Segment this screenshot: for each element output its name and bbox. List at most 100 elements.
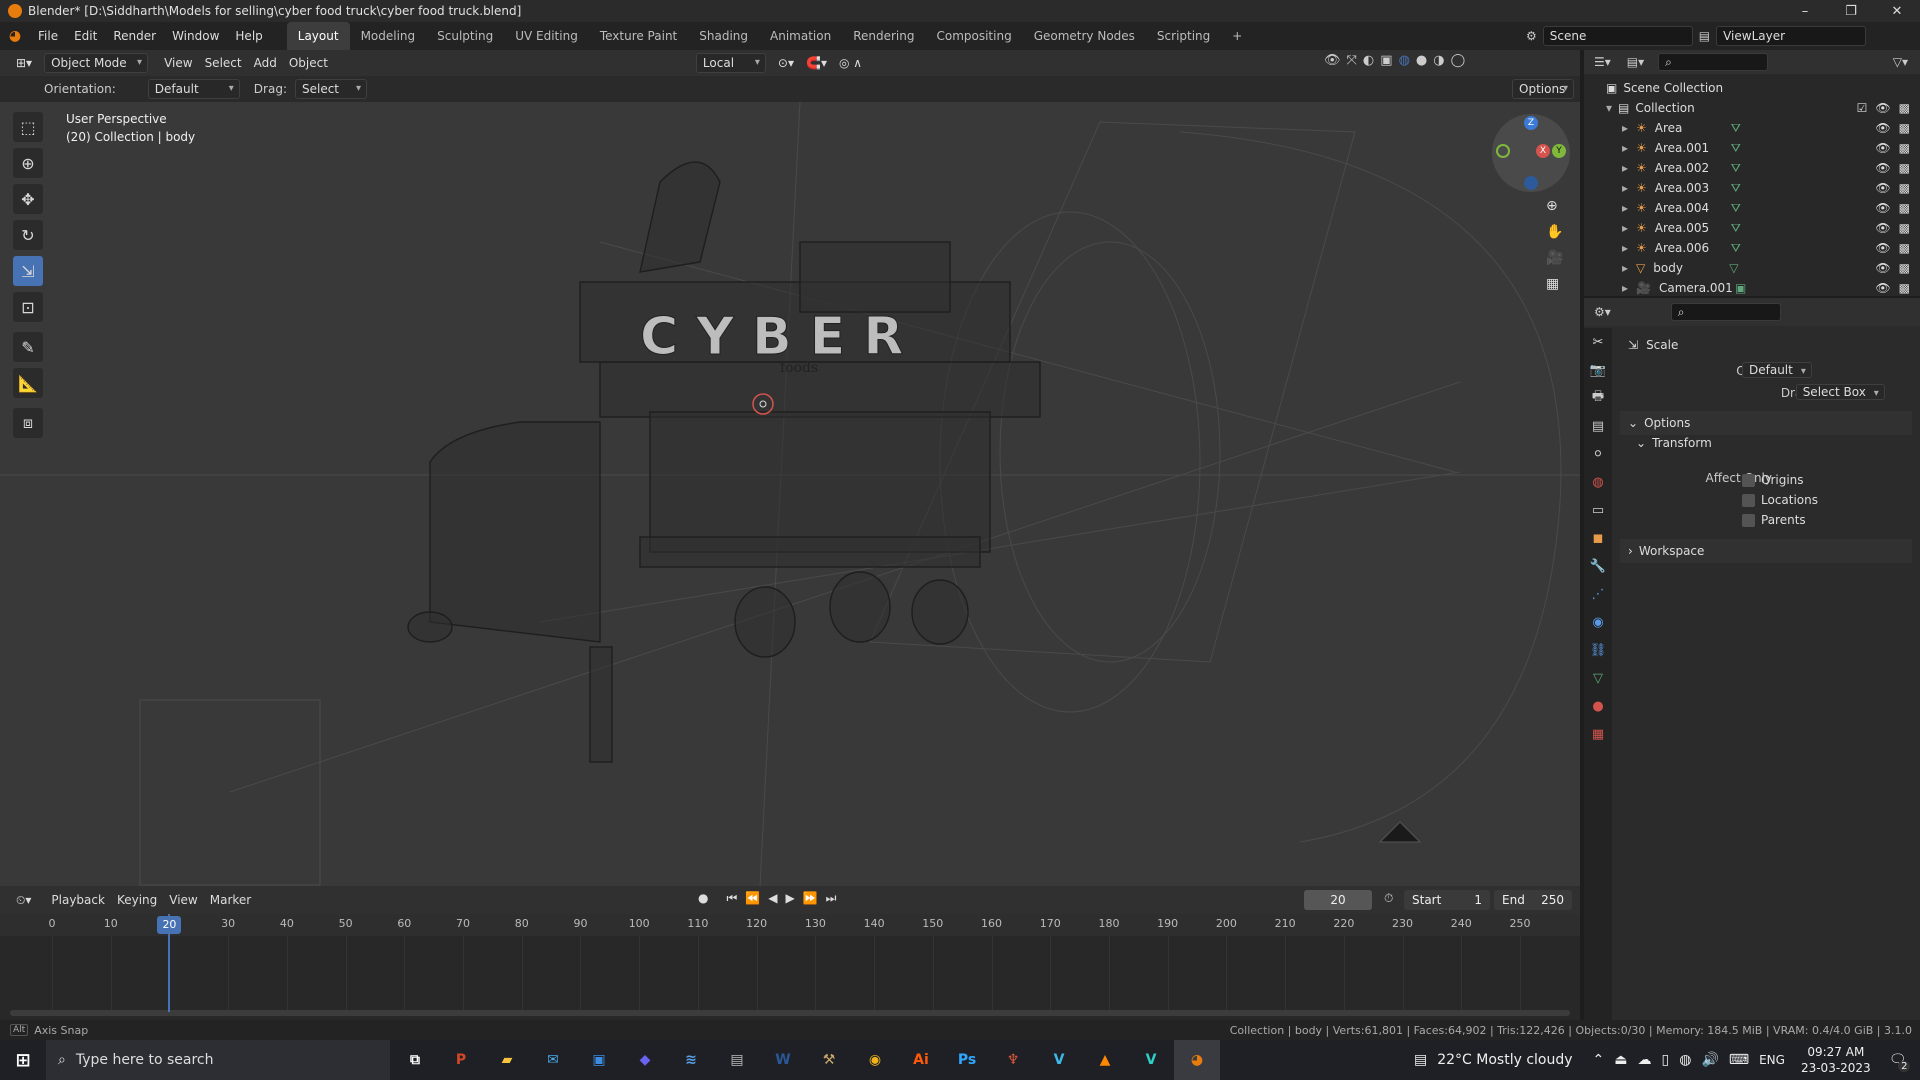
expand-arrow-icon[interactable]: ▸ <box>1622 141 1628 155</box>
render-camera-icon[interactable]: ▩ <box>1899 181 1910 195</box>
play-reverse-icon[interactable]: ◀ <box>768 891 777 906</box>
outliner-item[interactable]: ▸ 🎥 Camera.001 ▣ 👁 ▩ <box>1584 278 1920 298</box>
gizmo-y-axis[interactable]: Y <box>1552 144 1566 158</box>
expand-arrow-icon[interactable]: ▸ <box>1622 241 1628 255</box>
clock[interactable]: 09:27 AM 23-03-2023 <box>1801 1044 1871 1076</box>
playhead-frame-badge[interactable]: 20 <box>157 916 182 934</box>
viewport-menu-object[interactable]: Object <box>283 53 334 73</box>
pan-hand-icon[interactable]: ✋ <box>1546 224 1563 240</box>
eye-icon[interactable]: 👁 <box>1875 261 1890 275</box>
illustrator-icon[interactable]: Ai <box>898 1040 944 1080</box>
wireframe-shading-icon[interactable]: ◍ <box>1399 53 1410 68</box>
move-tool-icon[interactable]: ✥ <box>13 184 43 214</box>
notification-center-icon[interactable]: 🗨 2 <box>1889 1052 1911 1072</box>
filter-icon[interactable]: ▽▾ <box>1893 55 1908 69</box>
weather-icon[interactable]: ▤ <box>1414 1052 1427 1068</box>
outliner-collection[interactable]: ▾ ▤ Collection ☑ 👁 ▩ <box>1584 98 1920 118</box>
tab-layout[interactable]: Layout <box>286 22 350 50</box>
gizmo-neg-y-axis[interactable] <box>1496 144 1510 158</box>
tab-uv-editing[interactable]: UV Editing <box>504 22 589 50</box>
material-tab-icon[interactable]: ● <box>1584 692 1612 720</box>
expand-arrow-icon[interactable]: ▸ <box>1622 181 1628 195</box>
solid-shading-icon[interactable]: ● <box>1416 53 1427 68</box>
material-shading-icon[interactable]: ◑ <box>1433 53 1444 68</box>
display-mode-icon[interactable]: ▤▾ <box>1627 55 1644 69</box>
physics-tab-icon[interactable]: ◉ <box>1584 608 1612 636</box>
eye-icon[interactable]: 👁 <box>1875 241 1890 255</box>
texture-tab-icon[interactable]: ▦ <box>1584 720 1612 748</box>
timeline-area[interactable]: 0 10 20 30 40 50 60 70 80 90 100 110 120 130 140 150 160… <box>0 914 1580 1020</box>
eye-icon[interactable]: 👁 <box>1875 161 1890 175</box>
tab-scripting[interactable]: Scripting <box>1146 22 1221 50</box>
transform-orientation-selector[interactable]: Local <box>695 53 766 73</box>
timeline-editor-icon[interactable]: ⏲▾ <box>10 890 37 910</box>
orientation-dropdown[interactable]: Default <box>147 79 240 99</box>
chrome-icon[interactable]: ◉ <box>852 1040 898 1080</box>
app-tools-icon[interactable]: ⚒ <box>806 1040 852 1080</box>
view-layer-tab-icon[interactable]: ▤ <box>1584 412 1612 440</box>
render-camera-icon[interactable]: ▩ <box>1899 281 1910 295</box>
weather-text[interactable]: 22°C Mostly cloudy <box>1437 1052 1572 1068</box>
restore-button[interactable]: ❐ <box>1828 0 1874 22</box>
add-workspace-button[interactable]: + <box>1221 22 1253 50</box>
tray-onedrive-icon[interactable]: ☁ <box>1638 1052 1652 1068</box>
render-camera-icon[interactable]: ▩ <box>1899 241 1910 255</box>
tab-geometry-nodes[interactable]: Geometry Nodes <box>1023 22 1146 50</box>
expand-arrow-icon[interactable]: ▸ <box>1622 121 1628 135</box>
current-frame-field[interactable]: 20 <box>1304 890 1372 910</box>
tray-volume-icon[interactable]: 🔊 <box>1701 1052 1718 1068</box>
outliner-item[interactable]: ▸ ▽ body ▽ 👁 ▩ <box>1584 258 1920 278</box>
render-camera-icon[interactable]: ▩ <box>1899 201 1910 215</box>
outliner-item[interactable]: ▸ ☀ Area.002 ⛛ 👁 ▩ <box>1584 158 1920 178</box>
gizmo-x-axis[interactable]: X <box>1536 144 1550 158</box>
render-camera-icon[interactable]: ▩ <box>1899 161 1910 175</box>
jump-end-icon[interactable]: ⏭ <box>826 891 837 906</box>
light-data-icon[interactable]: ⛛ <box>1731 201 1741 216</box>
app-note-icon[interactable]: ≋ <box>668 1040 714 1080</box>
mode-selector[interactable]: Object Mode <box>44 53 149 73</box>
play-icon[interactable]: ▶ <box>785 891 794 906</box>
blender-menu-icon[interactable]: ◕ <box>0 28 30 44</box>
light-data-icon[interactable]: ⛛ <box>1731 241 1741 256</box>
outliner-item[interactable]: ▸ ☀ Area ⛛ 👁 ▩ <box>1584 118 1920 138</box>
outliner-search-input[interactable]: ⌕ <box>1658 53 1769 71</box>
start-frame-field[interactable]: Start 1 <box>1404 890 1490 910</box>
mail-icon[interactable]: ✉ <box>530 1040 576 1080</box>
render-camera-icon[interactable]: ▩ <box>1899 141 1910 155</box>
scale-tool-icon[interactable]: ⇲ <box>13 256 43 286</box>
light-data-icon[interactable]: ⛛ <box>1731 161 1741 176</box>
tray-usb-icon[interactable]: ⏏ <box>1614 1052 1627 1068</box>
expand-arrow-icon[interactable]: ▸ <box>1622 261 1628 275</box>
output-tab-icon[interactable]: 🖶 <box>1584 384 1612 412</box>
menu-help[interactable]: Help <box>227 22 270 50</box>
vlc-icon[interactable]: ▲ <box>1082 1040 1128 1080</box>
outliner-item[interactable]: ▸ ☀ Area.006 ⛛ 👁 ▩ <box>1584 238 1920 258</box>
zoom-icon[interactable]: ⊕ <box>1546 198 1563 214</box>
jump-keyframe-back-icon[interactable]: ⏪ <box>745 891 760 906</box>
jump-keyframe-forward-icon[interactable]: ⏩ <box>803 891 818 906</box>
app-gray-icon[interactable]: ▤ <box>714 1040 760 1080</box>
eye-icon[interactable]: 👁 <box>1875 181 1890 195</box>
viewport-menu-view[interactable]: View <box>158 53 198 73</box>
render-camera-icon[interactable]: ▩ <box>1899 221 1910 235</box>
prop-drag-dropdown[interactable]: Select Box <box>1795 384 1885 400</box>
autokey-record-icon[interactable]: ● <box>698 891 708 906</box>
timeline-menu-marker[interactable]: Marker <box>204 890 257 910</box>
overlay-toggle-icon[interactable]: ◐ <box>1363 53 1374 68</box>
light-data-icon[interactable]: ⛛ <box>1731 181 1741 196</box>
world-tab-icon[interactable]: ◍ <box>1584 468 1612 496</box>
windows-start-icon[interactable]: ⊞ <box>0 1040 46 1080</box>
outliner-item[interactable]: ▸ ☀ Area.004 ⛛ 👁 ▩ <box>1584 198 1920 218</box>
particles-tab-icon[interactable]: ⋰ <box>1584 580 1612 608</box>
tray-battery-icon[interactable]: ▯ <box>1662 1052 1670 1068</box>
expand-arrow-icon[interactable]: ▸ <box>1622 161 1628 175</box>
language-indicator[interactable]: ENG <box>1759 1053 1785 1067</box>
add-cube-tool-icon[interactable]: ⧈ <box>13 408 43 438</box>
outliner-scene-collection[interactable]: ▣ Scene Collection <box>1584 78 1920 98</box>
xray-toggle-icon[interactable]: ▣ <box>1380 53 1392 68</box>
options-panel-header[interactable]: ⌄ Options <box>1620 411 1912 435</box>
render-camera-icon[interactable]: ▩ <box>1899 121 1910 135</box>
tray-network-icon[interactable]: ◍ <box>1679 1052 1691 1068</box>
render-tab-icon[interactable]: 📷 <box>1584 356 1612 384</box>
close-button[interactable]: ✕ <box>1874 0 1920 22</box>
